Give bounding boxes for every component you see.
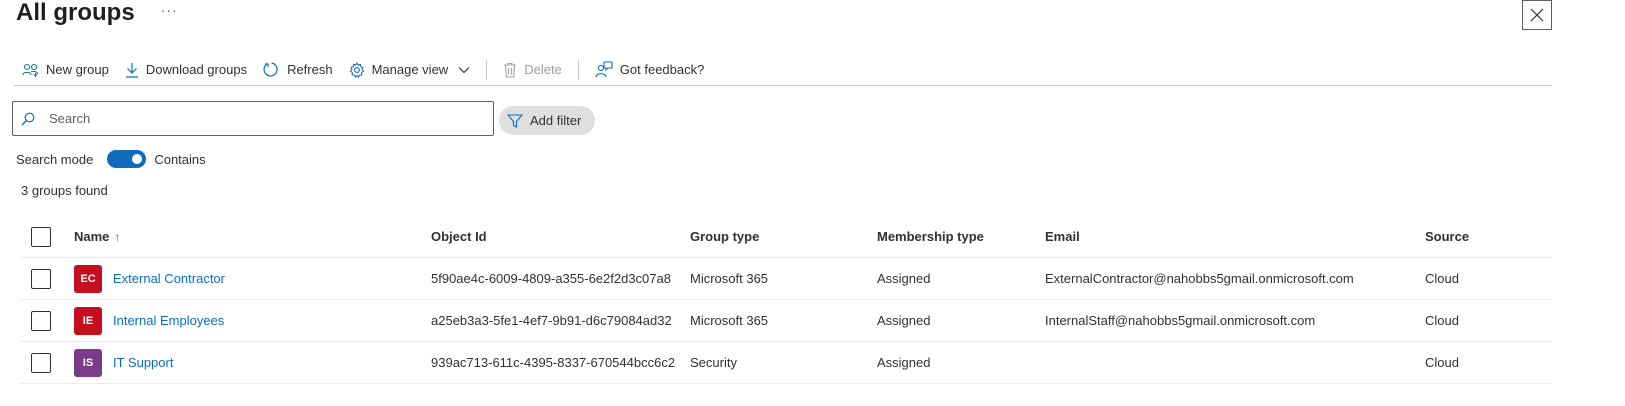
column-header-membership-type[interactable]: Membership type	[877, 216, 984, 257]
feedback-button[interactable]: Got feedback?	[587, 55, 713, 85]
group-avatar: EC	[74, 264, 102, 293]
object-id-cell: 5f90ae4c-6009-4809-a355-6e2f2d3c07a8	[431, 271, 671, 286]
row-checkbox[interactable]	[31, 268, 51, 289]
row-checkbox[interactable]	[31, 352, 51, 373]
refresh-icon	[263, 62, 278, 77]
column-header-source[interactable]: Source	[1425, 216, 1469, 257]
email-cell: InternalStaff@nahobbs5gmail.onmicrosoft.…	[1045, 313, 1316, 328]
table-header: Name ↑ Object Id Group type Membership t…	[20, 216, 1552, 258]
results-count: 3 groups found	[21, 183, 108, 198]
command-bar: New group Download groups Refresh Manage…	[14, 54, 1552, 86]
delete-label: Delete	[524, 62, 562, 77]
toolbar-divider	[486, 59, 488, 80]
search-mode-label: Search mode	[16, 151, 94, 167]
sort-ascending-icon: ↑	[114, 229, 121, 244]
filter-icon	[507, 113, 523, 128]
group-avatar: IS	[74, 348, 102, 377]
trash-icon	[504, 62, 517, 78]
close-icon	[1530, 8, 1544, 22]
manage-view-label: Manage view	[371, 62, 449, 77]
group-name-link[interactable]: IT Support	[113, 355, 173, 370]
search-mode: Search mode Contains	[16, 149, 206, 169]
more-options-button[interactable]: ···	[161, 0, 178, 23]
group-type-cell: Security	[690, 355, 737, 370]
table-row[interactable]: IS IT Support 939ac713-611c-4395-8337-67…	[20, 342, 1552, 384]
add-filter-button[interactable]: Add filter	[499, 106, 595, 135]
group-name-link[interactable]: External Contractor	[113, 271, 225, 286]
toggle-knob	[132, 154, 143, 164]
membership-type-cell: Assigned	[877, 355, 931, 370]
group-type-cell: Microsoft 365	[690, 271, 769, 286]
download-groups-button[interactable]: Download groups	[117, 55, 255, 85]
chevron-down-icon	[458, 66, 470, 73]
groups-table: Name ↑ Object Id Group type Membership t…	[20, 216, 1552, 384]
page-header: All groups ···	[16, 0, 178, 26]
add-filter-label: Add filter	[530, 113, 582, 128]
feedback-label: Got feedback?	[619, 62, 705, 77]
row-checkbox[interactable]	[31, 310, 51, 331]
page-title: All groups	[16, 0, 135, 26]
column-header-object-id[interactable]: Object Id	[431, 216, 487, 257]
search-box	[12, 101, 494, 136]
email-cell: ExternalContractor@nahobbs5gmail.onmicro…	[1045, 271, 1354, 286]
object-id-cell: a25eb3a3-5fe1-4ef7-9b91-d6c79084ad32	[431, 313, 672, 328]
search-input[interactable]	[47, 110, 467, 127]
column-header-email[interactable]: Email	[1045, 216, 1080, 257]
delete-button[interactable]: Delete	[495, 55, 570, 85]
source-cell: Cloud	[1425, 271, 1459, 286]
download-groups-label: Download groups	[145, 62, 248, 77]
source-cell: Cloud	[1425, 313, 1459, 328]
gear-icon	[349, 61, 364, 78]
search-icon	[21, 112, 35, 125]
search-mode-value: Contains	[154, 151, 206, 167]
new-group-button[interactable]: New group	[14, 55, 117, 85]
table-row[interactable]: EC External Contractor 5f90ae4c-6009-480…	[20, 258, 1552, 300]
select-all-checkbox[interactable]	[31, 226, 51, 247]
membership-type-cell: Assigned	[877, 313, 931, 328]
source-cell: Cloud	[1425, 355, 1459, 370]
table-row[interactable]: IE Internal Employees a25eb3a3-5fe1-4ef7…	[20, 300, 1552, 342]
membership-type-cell: Assigned	[877, 271, 931, 286]
refresh-label: Refresh	[287, 62, 333, 77]
manage-view-button[interactable]: Manage view	[341, 55, 479, 85]
group-name-link[interactable]: Internal Employees	[113, 313, 224, 328]
column-header-name[interactable]: Name ↑	[74, 216, 120, 257]
people-add-icon	[22, 63, 39, 77]
close-button[interactable]	[1522, 0, 1552, 30]
group-avatar: IE	[74, 306, 102, 335]
new-group-label: New group	[46, 62, 109, 77]
object-id-cell: 939ac713-611c-4395-8337-670544bcc6c2	[431, 355, 676, 370]
download-icon	[125, 62, 138, 78]
search-mode-toggle[interactable]	[107, 150, 147, 168]
toolbar-divider	[577, 59, 579, 80]
group-type-cell: Microsoft 365	[690, 313, 769, 328]
column-header-group-type[interactable]: Group type	[690, 216, 759, 257]
person-feedback-icon	[595, 61, 613, 78]
refresh-button[interactable]: Refresh	[255, 55, 341, 85]
